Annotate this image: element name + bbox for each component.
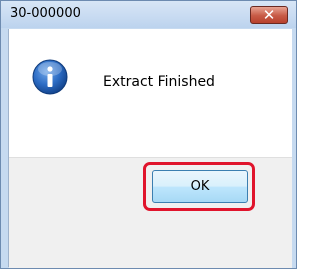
close-icon: ✕ — [262, 6, 276, 24]
message-text: Extract Finished — [103, 74, 215, 90]
info-icon — [32, 59, 68, 95]
close-button[interactable]: ✕ — [250, 6, 288, 24]
title-bar[interactable]: 30-000000 ✕ — [1, 1, 296, 28]
window-title: 30-000000 — [10, 6, 81, 21]
ok-button[interactable]: OK — [152, 170, 248, 203]
